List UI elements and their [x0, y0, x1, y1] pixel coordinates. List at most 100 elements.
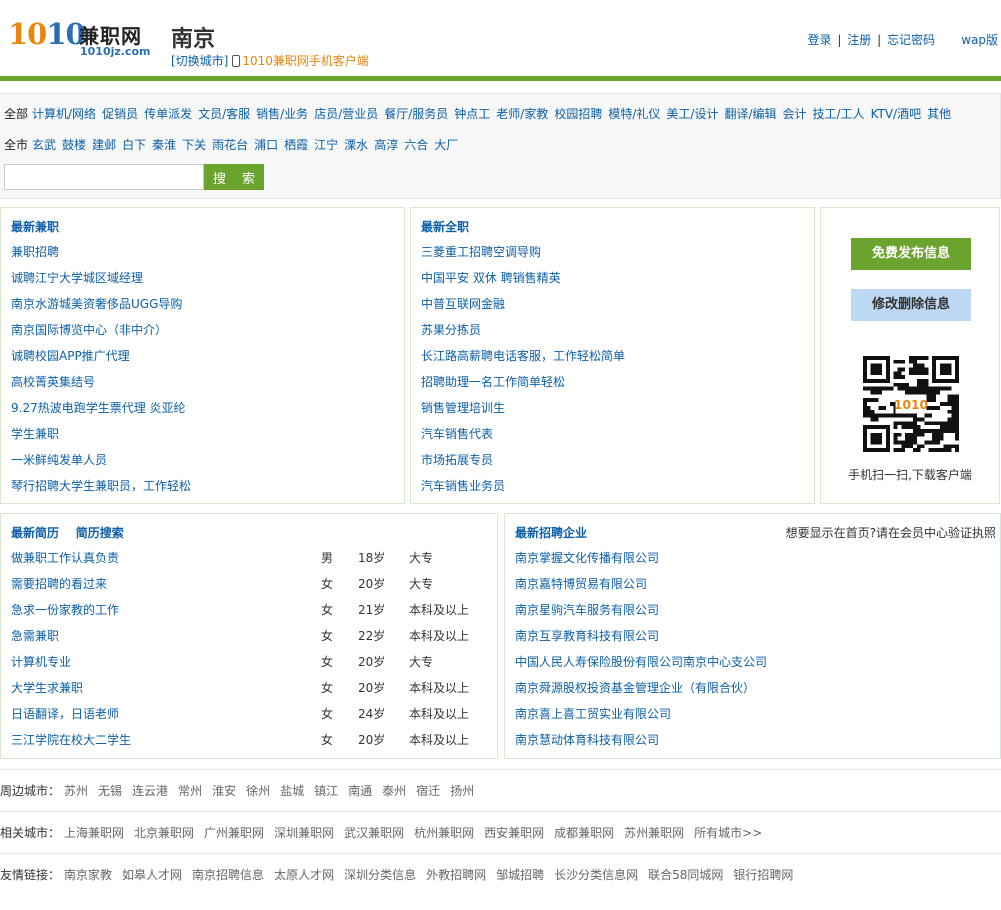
category-link[interactable]: 销售/业务 — [256, 107, 308, 121]
friend-link[interactable]: 长沙分类信息网 — [554, 868, 638, 882]
related-city-link[interactable]: 广州兼职网 — [204, 826, 264, 840]
fulltime-job-link[interactable]: 汽车销售代表 — [421, 426, 625, 452]
nearby-city-link[interactable]: 常州 — [178, 784, 202, 798]
site-logo[interactable]: 1010 兼职网 1010jz.com — [8, 16, 158, 60]
category-link[interactable]: 促销员 — [102, 107, 138, 121]
latest-parttime-title[interactable]: 最新兼职 — [11, 218, 59, 235]
resume-title-link[interactable]: 急需兼职 — [11, 628, 59, 644]
friend-link[interactable]: 南京家教 — [64, 868, 112, 882]
friend-link[interactable]: 太原人才网 — [274, 868, 334, 882]
district-link[interactable]: 白下 — [122, 138, 146, 152]
nearby-city-link[interactable]: 镇江 — [314, 784, 338, 798]
latest-fulltime-title[interactable]: 最新全职 — [421, 218, 469, 235]
mobile-client-link[interactable]: 1010兼职网手机客户端 — [242, 54, 369, 68]
friend-link[interactable]: 联合58同城网 — [648, 868, 723, 882]
nearby-city-link[interactable]: 淮安 — [212, 784, 236, 798]
fulltime-job-link[interactable]: 招聘助理一名工作简单轻松 — [421, 374, 625, 400]
category-link[interactable]: 模特/礼仪 — [608, 107, 660, 121]
related-city-link[interactable]: 西安兼职网 — [484, 826, 544, 840]
nearby-city-link[interactable]: 盐城 — [280, 784, 304, 798]
nearby-city-link[interactable]: 徐州 — [246, 784, 270, 798]
resume-title-link[interactable]: 计算机专业 — [11, 654, 71, 670]
company-link[interactable]: 南京舜源股权投资基金管理企业（有限合伙） — [515, 680, 767, 706]
category-link[interactable]: 美工/设计 — [666, 107, 718, 121]
district-link[interactable]: 高淳 — [374, 138, 398, 152]
login-link[interactable]: 登录 — [808, 33, 832, 47]
category-link[interactable]: 钟点工 — [454, 107, 490, 121]
related-city-link[interactable]: 上海兼职网 — [64, 826, 124, 840]
category-link[interactable]: 技工/工人 — [813, 107, 865, 121]
category-link[interactable]: 会计 — [783, 107, 807, 121]
related-city-link[interactable]: 北京兼职网 — [134, 826, 194, 840]
district-link[interactable]: 溧水 — [344, 138, 368, 152]
company-link[interactable]: 南京星驹汽车服务有限公司 — [515, 602, 767, 628]
related-city-link[interactable]: 所有城市>> — [694, 826, 762, 840]
category-link[interactable]: 翻译/编辑 — [724, 107, 776, 121]
company-link[interactable]: 南京嘉特博贸易有限公司 — [515, 576, 767, 602]
resume-title-link[interactable]: 日语翻译，日语老师 — [11, 706, 119, 722]
nearby-city-link[interactable]: 南通 — [348, 784, 372, 798]
fulltime-job-link[interactable]: 中普互联网金融 — [421, 296, 625, 322]
related-city-link[interactable]: 杭州兼职网 — [414, 826, 474, 840]
parttime-job-link[interactable]: 9.27热波电跑学生票代理 炎亚纶 — [11, 400, 191, 426]
category-link[interactable]: 餐厅/服务员 — [384, 107, 448, 121]
register-link[interactable]: 注册 — [847, 33, 871, 47]
parttime-job-link[interactable]: 诚聘江宁大学城区域经理 — [11, 270, 191, 296]
district-link[interactable]: 雨花台 — [212, 138, 248, 152]
company-link[interactable]: 南京互享教育科技有限公司 — [515, 628, 767, 654]
parttime-job-link[interactable]: 一米鲜纯发单人员 — [11, 452, 191, 478]
category-link[interactable]: 计算机/网络 — [32, 107, 96, 121]
friend-link[interactable]: 外教招聘网 — [426, 868, 486, 882]
nearby-city-link[interactable]: 无锡 — [98, 784, 122, 798]
post-info-button[interactable]: 免费发布信息 — [851, 238, 971, 270]
district-link[interactable]: 江宁 — [314, 138, 338, 152]
company-link[interactable]: 南京喜上喜工贸实业有限公司 — [515, 706, 767, 732]
district-link[interactable]: 大厂 — [434, 138, 458, 152]
category-link[interactable]: 老师/家教 — [496, 107, 548, 121]
parttime-job-link[interactable]: 诚聘校园APP推广代理 — [11, 348, 191, 374]
category-link[interactable]: 文员/客服 — [198, 107, 250, 121]
switch-city-link[interactable]: [切换城市] — [171, 54, 228, 68]
parttime-job-link[interactable]: 南京水游城美资奢侈品UGG导购 — [11, 296, 191, 322]
parttime-job-link[interactable]: 琴行招聘大学生兼职员，工作轻松 — [11, 478, 191, 504]
parttime-job-link[interactable]: 兼职招聘 — [11, 244, 191, 270]
related-city-link[interactable]: 成都兼职网 — [554, 826, 614, 840]
category-link[interactable]: KTV/酒吧 — [871, 107, 922, 121]
company-link[interactable]: 中国人民人寿保险股份有限公司南京中心支公司 — [515, 654, 767, 680]
fulltime-job-link[interactable]: 汽车销售业务员 — [421, 478, 625, 504]
forgot-password-link[interactable]: 忘记密码 — [887, 33, 935, 47]
resume-title-link[interactable]: 大学生求兼职 — [11, 680, 83, 696]
fulltime-job-link[interactable]: 销售管理培训生 — [421, 400, 625, 426]
fulltime-job-link[interactable]: 苏果分拣员 — [421, 322, 625, 348]
district-link[interactable]: 下关 — [182, 138, 206, 152]
friend-link[interactable]: 如皋人才网 — [122, 868, 182, 882]
resume-title-link[interactable]: 需要招聘的看过来 — [11, 576, 107, 592]
related-city-link[interactable]: 武汉兼职网 — [344, 826, 404, 840]
company-link[interactable]: 南京掌握文化传播有限公司 — [515, 550, 767, 576]
related-city-link[interactable]: 深圳兼职网 — [274, 826, 334, 840]
edit-info-button[interactable]: 修改删除信息 — [851, 289, 971, 321]
district-all[interactable]: 全市 — [4, 138, 28, 152]
related-city-link[interactable]: 苏州兼职网 — [624, 826, 684, 840]
parttime-job-link[interactable]: 高校菁英集结号 — [11, 374, 191, 400]
parttime-job-link[interactable]: 学生兼职 — [11, 426, 191, 452]
search-button[interactable]: 搜 索 — [204, 164, 264, 190]
nearby-city-link[interactable]: 连云港 — [132, 784, 168, 798]
resume-search-link[interactable]: 简历搜索 — [76, 526, 124, 540]
resume-title-link[interactable]: 三江学院在校大二学生 — [11, 732, 131, 748]
district-link[interactable]: 秦淮 — [152, 138, 176, 152]
nearby-city-link[interactable]: 泰州 — [382, 784, 406, 798]
friend-link[interactable]: 邹城招聘 — [496, 868, 544, 882]
friend-link[interactable]: 银行招聘网 — [733, 868, 793, 882]
latest-resumes-title[interactable]: 最新简历 — [11, 526, 59, 540]
fulltime-job-link[interactable]: 市场拓展专员 — [421, 452, 625, 478]
search-input[interactable] — [4, 164, 204, 190]
category-link[interactable]: 其他 — [927, 107, 951, 121]
nearby-city-link[interactable]: 扬州 — [450, 784, 474, 798]
district-link[interactable]: 建邺 — [92, 138, 116, 152]
wap-link[interactable]: wap版 — [961, 31, 998, 48]
resume-title-link[interactable]: 做兼职工作认真负责 — [11, 550, 119, 566]
fulltime-job-link[interactable]: 长江路高薪聘电话客服，工作轻松简单 — [421, 348, 625, 374]
category-link[interactable]: 店员/营业员 — [314, 107, 378, 121]
nearby-city-link[interactable]: 苏州 — [64, 784, 88, 798]
